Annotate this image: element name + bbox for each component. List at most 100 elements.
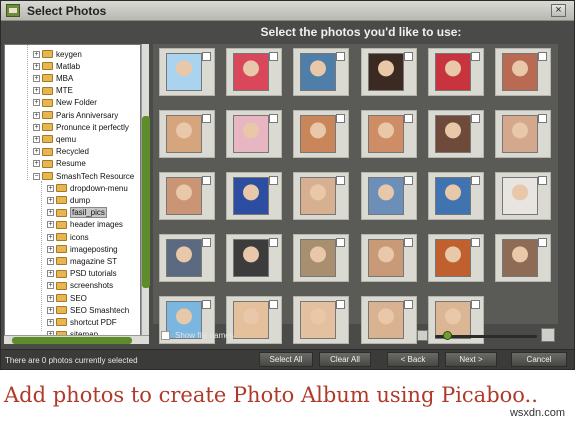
expand-icon[interactable]: + [33, 62, 40, 70]
photo-cell[interactable] [293, 172, 350, 220]
expand-icon[interactable]: + [33, 87, 40, 95]
photo-thumbnail[interactable] [367, 53, 404, 91]
expand-icon[interactable]: + [47, 257, 54, 265]
expand-icon[interactable]: + [47, 221, 54, 229]
photo-cell[interactable] [226, 110, 283, 158]
photo-select-checkbox[interactable] [538, 114, 547, 123]
photo-cell[interactable] [293, 48, 350, 96]
photo-select-checkbox[interactable] [470, 300, 480, 309]
photo-thumbnail[interactable] [434, 53, 471, 91]
photo-select-checkbox[interactable] [403, 176, 413, 185]
photo-cell[interactable] [159, 110, 215, 158]
tree-item[interactable]: − SmashTech Resource [33, 170, 134, 182]
tree-item[interactable]: + MTE [33, 85, 73, 97]
photo-select-checkbox[interactable] [403, 300, 413, 309]
photo-thumbnail[interactable] [367, 239, 404, 277]
tree-item[interactable]: + Resume [33, 158, 86, 170]
photo-select-checkbox[interactable] [269, 238, 279, 247]
photo-select-checkbox[interactable] [269, 300, 279, 309]
tree-item[interactable]: + Pronunce it perfectly [33, 121, 129, 133]
photo-select-checkbox[interactable] [403, 238, 413, 247]
photo-thumbnail[interactable] [502, 53, 538, 91]
tree-item[interactable]: + imageposting [47, 243, 118, 255]
photo-cell[interactable] [293, 234, 350, 282]
photo-cell[interactable] [159, 172, 215, 220]
tree-item[interactable]: + PSD tutorials [47, 268, 117, 280]
expand-icon[interactable]: + [33, 123, 40, 131]
photo-select-checkbox[interactable] [538, 52, 547, 61]
photo-cell[interactable] [427, 172, 484, 220]
photo-cell[interactable] [495, 234, 551, 282]
tree-item[interactable]: + shortcut PDF [47, 316, 117, 328]
expand-icon[interactable]: + [47, 196, 54, 204]
tree-horizontal-scrollbar[interactable] [4, 335, 149, 344]
tree-item[interactable]: + icons [47, 231, 89, 243]
photo-select-checkbox[interactable] [470, 238, 480, 247]
photo-cell[interactable] [360, 110, 417, 158]
photo-cell[interactable] [360, 172, 417, 220]
photo-select-checkbox[interactable] [269, 114, 279, 123]
photo-thumbnail[interactable] [502, 115, 538, 153]
photo-cell[interactable] [293, 110, 350, 158]
photo-thumbnail[interactable] [166, 53, 202, 91]
zoom-out-icon[interactable] [417, 330, 428, 341]
photo-thumbnail[interactable] [367, 115, 404, 153]
expand-icon[interactable]: + [47, 306, 54, 314]
photo-cell[interactable] [427, 234, 484, 282]
tree-vertical-scroll-thumb[interactable] [142, 116, 150, 288]
photo-thumbnail[interactable] [233, 53, 270, 91]
tree-item[interactable]: + Recycled [33, 146, 89, 158]
expand-icon[interactable]: + [33, 50, 40, 58]
photo-select-checkbox[interactable] [269, 176, 279, 185]
expand-icon[interactable]: + [33, 99, 40, 107]
expand-icon[interactable]: + [47, 282, 54, 290]
photo-cell[interactable] [360, 234, 417, 282]
photo-cell[interactable] [226, 48, 283, 96]
photo-cell[interactable] [495, 48, 551, 96]
photo-cell[interactable] [360, 48, 417, 96]
tree-item[interactable]: + SEO [47, 292, 87, 304]
expand-icon[interactable]: + [47, 209, 54, 217]
expand-icon[interactable]: + [47, 270, 54, 278]
photo-select-checkbox[interactable] [336, 238, 346, 247]
expand-icon[interactable]: + [33, 160, 40, 168]
tree-item[interactable]: + magazine ST [47, 255, 117, 267]
photo-select-checkbox[interactable] [202, 176, 211, 185]
photo-thumbnail[interactable] [434, 239, 471, 277]
photo-thumbnail[interactable] [300, 177, 337, 215]
photo-cell[interactable] [495, 172, 551, 220]
photo-thumbnail[interactable] [434, 177, 471, 215]
zoom-slider[interactable] [435, 331, 537, 340]
photo-thumbnail[interactable] [233, 239, 270, 277]
photo-select-checkbox[interactable] [202, 114, 211, 123]
photo-select-checkbox[interactable] [336, 114, 346, 123]
show-file-names-checkbox[interactable] [161, 331, 170, 340]
photo-thumbnail[interactable] [233, 115, 270, 153]
expand-icon[interactable]: + [33, 111, 40, 119]
photo-select-checkbox[interactable] [538, 238, 547, 247]
cancel-button[interactable]: Cancel [511, 352, 567, 367]
expand-icon[interactable]: + [33, 148, 40, 156]
photo-thumbnail[interactable] [166, 115, 202, 153]
tree-item[interactable]: + Matlab [33, 60, 80, 72]
photo-select-checkbox[interactable] [470, 52, 480, 61]
clear-all-button[interactable]: Clear All [319, 352, 371, 367]
photo-select-checkbox[interactable] [336, 52, 346, 61]
select-all-button[interactable]: Select All [259, 352, 313, 367]
photo-thumbnail[interactable] [300, 115, 337, 153]
photo-thumbnail[interactable] [434, 115, 471, 153]
photo-thumbnail[interactable] [166, 177, 202, 215]
photo-cell[interactable] [427, 48, 484, 96]
photo-select-checkbox[interactable] [202, 238, 211, 247]
tree-item[interactable]: + dropdown-menu [47, 182, 128, 194]
photo-select-checkbox[interactable] [538, 176, 547, 185]
tree-item[interactable]: + MBA [33, 72, 73, 84]
photo-select-checkbox[interactable] [403, 52, 413, 61]
tree-item[interactable]: + dump [47, 194, 90, 206]
photo-thumbnail[interactable] [300, 53, 337, 91]
photo-thumbnail[interactable] [502, 239, 538, 277]
photo-thumbnail[interactable] [166, 239, 202, 277]
photo-cell[interactable] [495, 110, 551, 158]
next-button[interactable]: Next > [445, 352, 497, 367]
tree-item[interactable]: + fasil_pics [47, 207, 107, 219]
